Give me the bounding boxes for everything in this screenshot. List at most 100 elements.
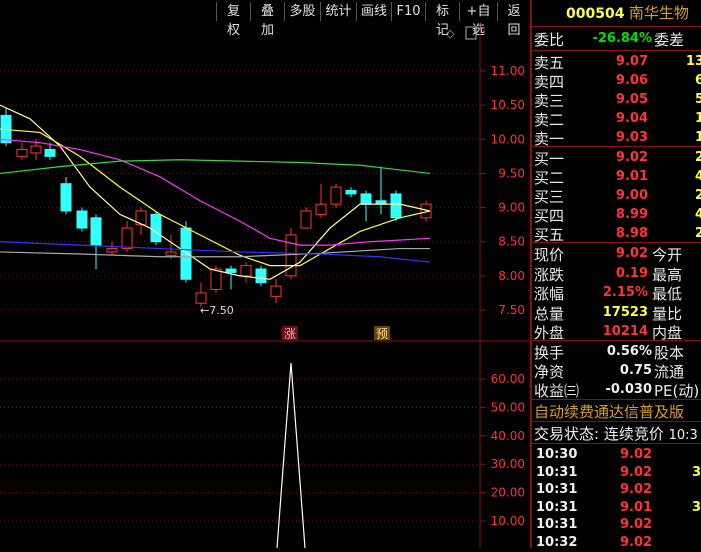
price-axis-label: 8.00 bbox=[498, 269, 525, 283]
candle-body bbox=[76, 210, 88, 229]
sell-order-price: 9.06 bbox=[615, 73, 648, 88]
stat-value: 2.15% bbox=[602, 285, 648, 300]
tick-time: 10:31 bbox=[536, 499, 578, 515]
toolbar-button-7[interactable]: +自选 bbox=[459, 2, 497, 38]
toolbar-button-0[interactable]: 复权 bbox=[216, 2, 250, 38]
trade-status-text: 交易状态: 连续竞价 bbox=[534, 425, 664, 443]
tick-volume: 3 bbox=[692, 499, 701, 515]
promo-link[interactable]: 自动续费通达信普及版 bbox=[534, 401, 684, 422]
divider bbox=[532, 146, 701, 147]
buy-order-volume: 4 bbox=[694, 169, 701, 184]
toolbar-button-3[interactable]: 统计 bbox=[320, 2, 356, 21]
stat-value: 17523 bbox=[602, 304, 648, 320]
toolbar-button-1[interactable]: 叠加 bbox=[250, 2, 284, 38]
weibi-value: -26.84% bbox=[592, 31, 652, 46]
fund-label: 净资 bbox=[534, 363, 565, 381]
buy-order-label: 买一 bbox=[534, 150, 565, 168]
sell-order-price: 9.03 bbox=[615, 130, 648, 145]
volume-axis-label: 20.00 bbox=[491, 486, 525, 500]
candle-body bbox=[16, 149, 28, 157]
fund-label2: PE(动) bbox=[654, 382, 700, 400]
buy-order-volume: 2 bbox=[694, 188, 701, 203]
candle-body bbox=[345, 190, 357, 195]
toolbar-button-8[interactable]: 返回 bbox=[497, 2, 530, 38]
tick-price: 9.01 bbox=[620, 499, 653, 515]
tick-price: 9.02 bbox=[620, 447, 653, 462]
sell-order-price: 9.07 bbox=[615, 54, 648, 69]
divider bbox=[532, 399, 701, 400]
weibi-row: 委比 -26.84% 委差 bbox=[532, 29, 701, 49]
candle-body bbox=[90, 217, 102, 246]
sell-order-label: 卖三 bbox=[534, 92, 565, 110]
divider bbox=[532, 443, 701, 444]
fund-label: 换手 bbox=[534, 344, 565, 362]
toolbar-button-4[interactable]: 画线 bbox=[356, 2, 391, 21]
candle-body bbox=[390, 193, 402, 219]
fund-label2: 股本 bbox=[654, 344, 685, 362]
divider bbox=[532, 421, 701, 422]
divider bbox=[532, 50, 701, 51]
candle-body bbox=[315, 203, 327, 215]
toolbar: 复权 叠加 多股 统计 画线 F10 标记 +自选 返回 bbox=[0, 0, 530, 38]
tick-time: 10:30 bbox=[536, 447, 578, 462]
stat-label2: 最低 bbox=[652, 285, 683, 303]
buy-order-label: 买二 bbox=[534, 169, 565, 187]
mark-zhang: 涨 bbox=[284, 326, 296, 341]
candle-body bbox=[44, 149, 56, 157]
tick-time: 10:32 bbox=[536, 534, 578, 550]
price-axis-label: 9.00 bbox=[498, 201, 525, 215]
volume-axis-label: 30.00 bbox=[491, 457, 525, 471]
candle-body bbox=[60, 183, 72, 212]
tick-price: 9.02 bbox=[620, 482, 653, 497]
fund-value: 0.75 bbox=[619, 363, 652, 378]
price-axis-label: 7.50 bbox=[498, 303, 525, 317]
tick-price: 9.02 bbox=[620, 517, 653, 532]
divider bbox=[532, 242, 701, 243]
volume-axis-label: 50.00 bbox=[491, 400, 525, 414]
toolbar-button-5[interactable]: F10 bbox=[391, 2, 425, 21]
tick-price: 9.02 bbox=[620, 464, 653, 480]
stat-value: 9.02 bbox=[615, 246, 648, 261]
tick-price: 9.02 bbox=[620, 534, 653, 550]
toolbar-button-6[interactable]: 标记 bbox=[425, 2, 459, 38]
price-axis-label: 10.00 bbox=[491, 132, 525, 146]
buy-order-volume: 2 bbox=[694, 150, 701, 165]
sell-order-label: 卖四 bbox=[534, 73, 565, 91]
price-axis-label: 9.50 bbox=[498, 166, 525, 180]
candle-body bbox=[150, 213, 162, 243]
weibi-label: 委比 bbox=[534, 31, 565, 49]
sell-order-label: 卖二 bbox=[534, 111, 565, 129]
toolbar-button-2[interactable]: 多股 bbox=[284, 2, 320, 21]
candle-body bbox=[360, 193, 372, 205]
buy-order-volume: 4 bbox=[694, 207, 701, 222]
stat-label2: 量比 bbox=[652, 304, 683, 323]
tick-volume: 3 bbox=[692, 464, 701, 480]
stock-header: 000504 南华生物 bbox=[566, 4, 689, 22]
kline-chart[interactable]: ◇ 11.00 10.50 10.00 9.50 9.00 8.50 8.00 7.50 60.0… bbox=[0, 23, 530, 548]
candle-body bbox=[330, 186, 342, 205]
sell-order-volume: 13 bbox=[685, 54, 701, 69]
sell-order-price: 9.04 bbox=[615, 111, 648, 126]
buy-order-price: 8.99 bbox=[615, 207, 648, 222]
tick-time: 10:31 bbox=[536, 464, 578, 480]
candle-body bbox=[255, 268, 267, 284]
price-axis-label: 8.50 bbox=[498, 235, 525, 249]
candle-body bbox=[106, 248, 118, 253]
mark-yu: 预 bbox=[376, 327, 388, 341]
price-axis-label: 10.50 bbox=[491, 98, 525, 112]
volume-axis-label: 40.00 bbox=[491, 429, 525, 443]
sell-order-volume: 1 bbox=[694, 111, 701, 126]
buy-order-label: 买四 bbox=[534, 207, 565, 225]
divider bbox=[532, 26, 701, 27]
stock-code: 000504 bbox=[566, 6, 625, 22]
candle-body bbox=[165, 251, 177, 256]
candle-body bbox=[195, 292, 207, 304]
candle-body bbox=[270, 285, 282, 297]
stat-label2: 今开 bbox=[652, 246, 683, 264]
stock-name: 南华生物 bbox=[628, 4, 689, 22]
divider bbox=[532, 340, 701, 341]
window-toggle-icon bbox=[465, 26, 477, 40]
stat-label: 现价 bbox=[534, 246, 565, 264]
stat-label: 涨幅 bbox=[534, 285, 565, 303]
fund-label2: 流通 bbox=[654, 363, 685, 381]
